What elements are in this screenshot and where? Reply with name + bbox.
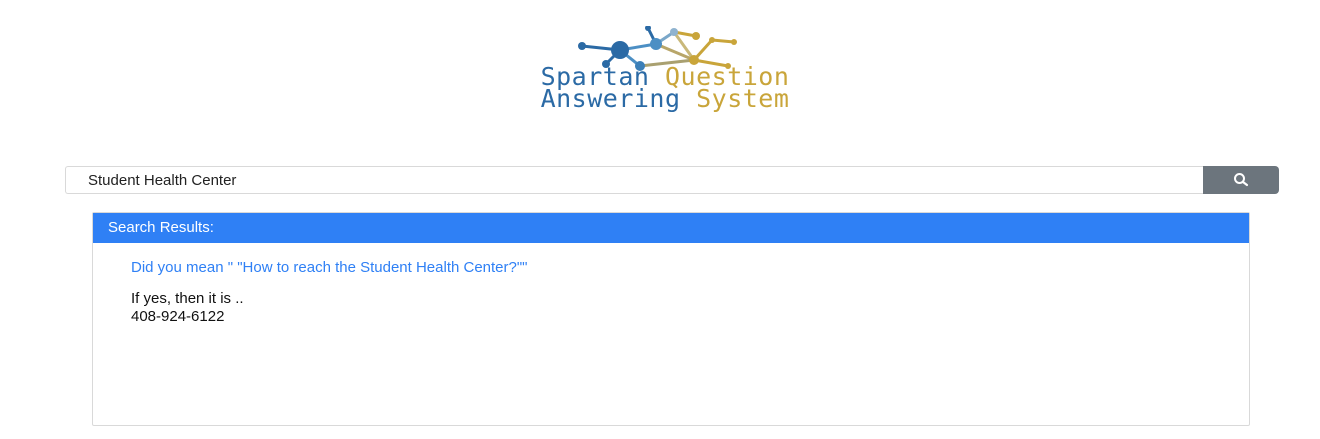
logo-word-system: System [680,84,790,113]
search-icon [1234,173,1249,187]
search-bar [65,166,1279,194]
results-header: Search Results: [93,213,1249,243]
search-input[interactable] [65,166,1226,194]
search-button[interactable] [1203,166,1279,194]
search-results-panel: Search Results: Did you mean " "How to r… [92,212,1250,426]
suggestion-link[interactable]: Did you mean " "How to reach the Student… [131,259,528,276]
logo: Spartan Question Answering System [440,26,890,111]
page: Spartan Question Answering System Search… [0,0,1320,439]
answer-intro: If yes, then it is .. [131,290,244,307]
answer-value: 408-924-6122 [131,308,225,325]
answer-block: If yes, then it is .. 408-924-6122 [131,290,244,326]
logo-title-line2: Answering System [440,86,890,111]
logo-word-answering: Answering [540,84,681,113]
